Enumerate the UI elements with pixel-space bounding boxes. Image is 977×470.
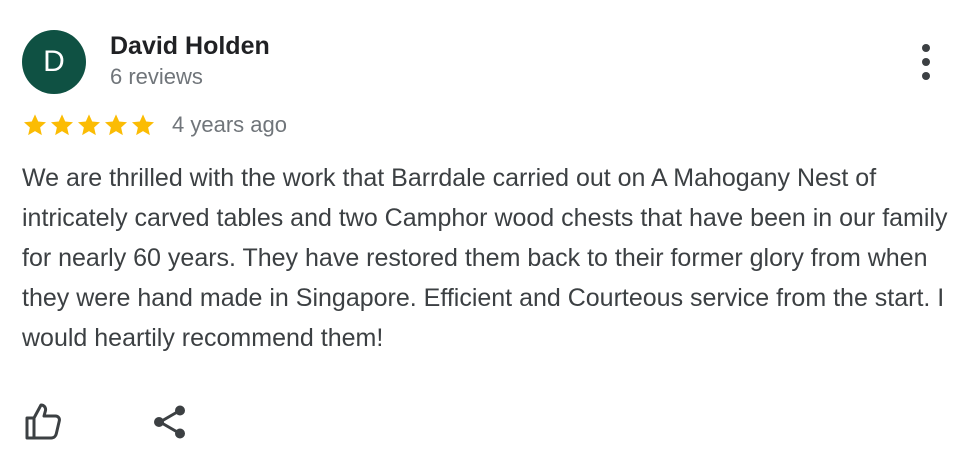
review-count[interactable]: 6 reviews [110,62,203,92]
share-icon [154,405,185,439]
star-icon [51,114,73,136]
share-button[interactable] [150,402,190,442]
star-icon [132,114,154,136]
review-date: 4 years ago [172,112,287,137]
avatar-initial: D [43,45,65,78]
star-icon [24,114,46,136]
star-icon [78,114,100,136]
star-icon [105,114,127,136]
author-name[interactable]: David Holden [110,30,270,62]
like-button[interactable] [22,400,64,442]
star-rating [22,112,156,138]
thumb-up-icon [25,403,61,440]
review-card: D David Holden 6 reviews 4 years ago We … [0,0,977,470]
more-options-button[interactable] [906,40,946,84]
review-text: We are thrilled with the work that Barrd… [22,164,948,352]
rating-row: 4 years ago [22,110,287,140]
avatar[interactable]: D [22,30,86,94]
more-vertical-icon [922,44,930,80]
